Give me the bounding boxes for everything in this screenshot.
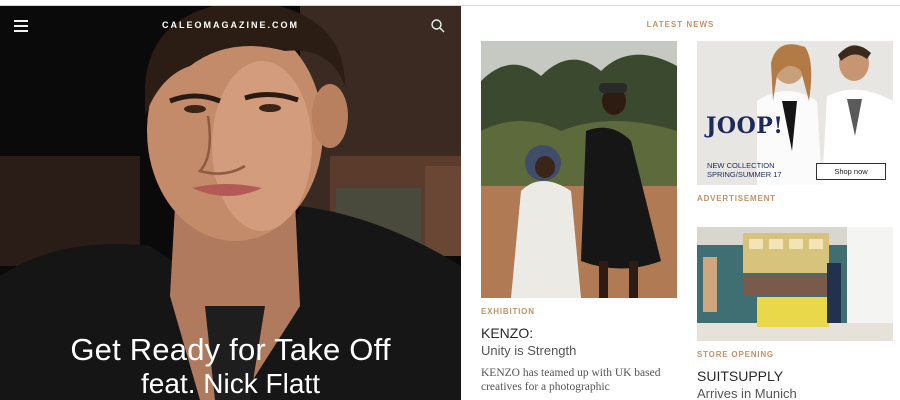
article-excerpt-line2: creatives for a photographic [481, 381, 610, 393]
site-header: CALEOMAGAZINE.COM [0, 6, 461, 46]
section-heading: LATEST NEWS [646, 20, 715, 29]
hero-title[interactable]: Get Ready for Take Off feat. Nick Flatt [0, 332, 461, 400]
latest-news-panel: LATEST NEWS EXHIBITION KENZO: Unity is S… [461, 6, 900, 400]
article-tag[interactable]: STORE OPENING [697, 350, 774, 359]
article-image-kenzo[interactable] [481, 41, 677, 298]
hero-title-line2: feat. Nick Flatt [141, 368, 320, 399]
article-subtitle[interactable]: Arrives in Munich [697, 386, 797, 400]
article-title[interactable]: KENZO: [481, 325, 533, 341]
suitsupply-photo [697, 227, 893, 341]
advertisement-label: ADVERTISEMENT [697, 194, 776, 203]
article-subtitle[interactable]: Unity is Strength [481, 343, 576, 358]
shop-now-button[interactable]: Shop now [816, 163, 886, 180]
ad-brand-logo: JOOP! [706, 113, 784, 139]
site-logo[interactable]: CALEOMAGAZINE.COM [0, 20, 461, 30]
hero-feature[interactable]: CALEOMAGAZINE.COM Get Ready for Take Off… [0, 6, 461, 400]
ad-copy-line2: SPRING/SUMMER 17 [707, 170, 782, 179]
ad-copy-line1: NEW COLLECTION [707, 161, 775, 170]
advertisement-banner[interactable]: JOOP! NEW COLLECTION SPRING/SUMMER 17 Sh… [697, 41, 893, 185]
search-icon[interactable] [430, 18, 446, 34]
article-title[interactable]: SUITSUPPLY [697, 368, 783, 384]
hero-title-line1: Get Ready for Take Off [70, 332, 391, 367]
article-image-suitsupply[interactable] [697, 227, 893, 341]
kenzo-photo [481, 41, 677, 298]
article-excerpt-line1: KENZO has teamed up with UK based [481, 367, 661, 379]
article-tag[interactable]: EXHIBITION [481, 307, 535, 316]
ad-copy: NEW COLLECTION SPRING/SUMMER 17 [707, 161, 782, 179]
